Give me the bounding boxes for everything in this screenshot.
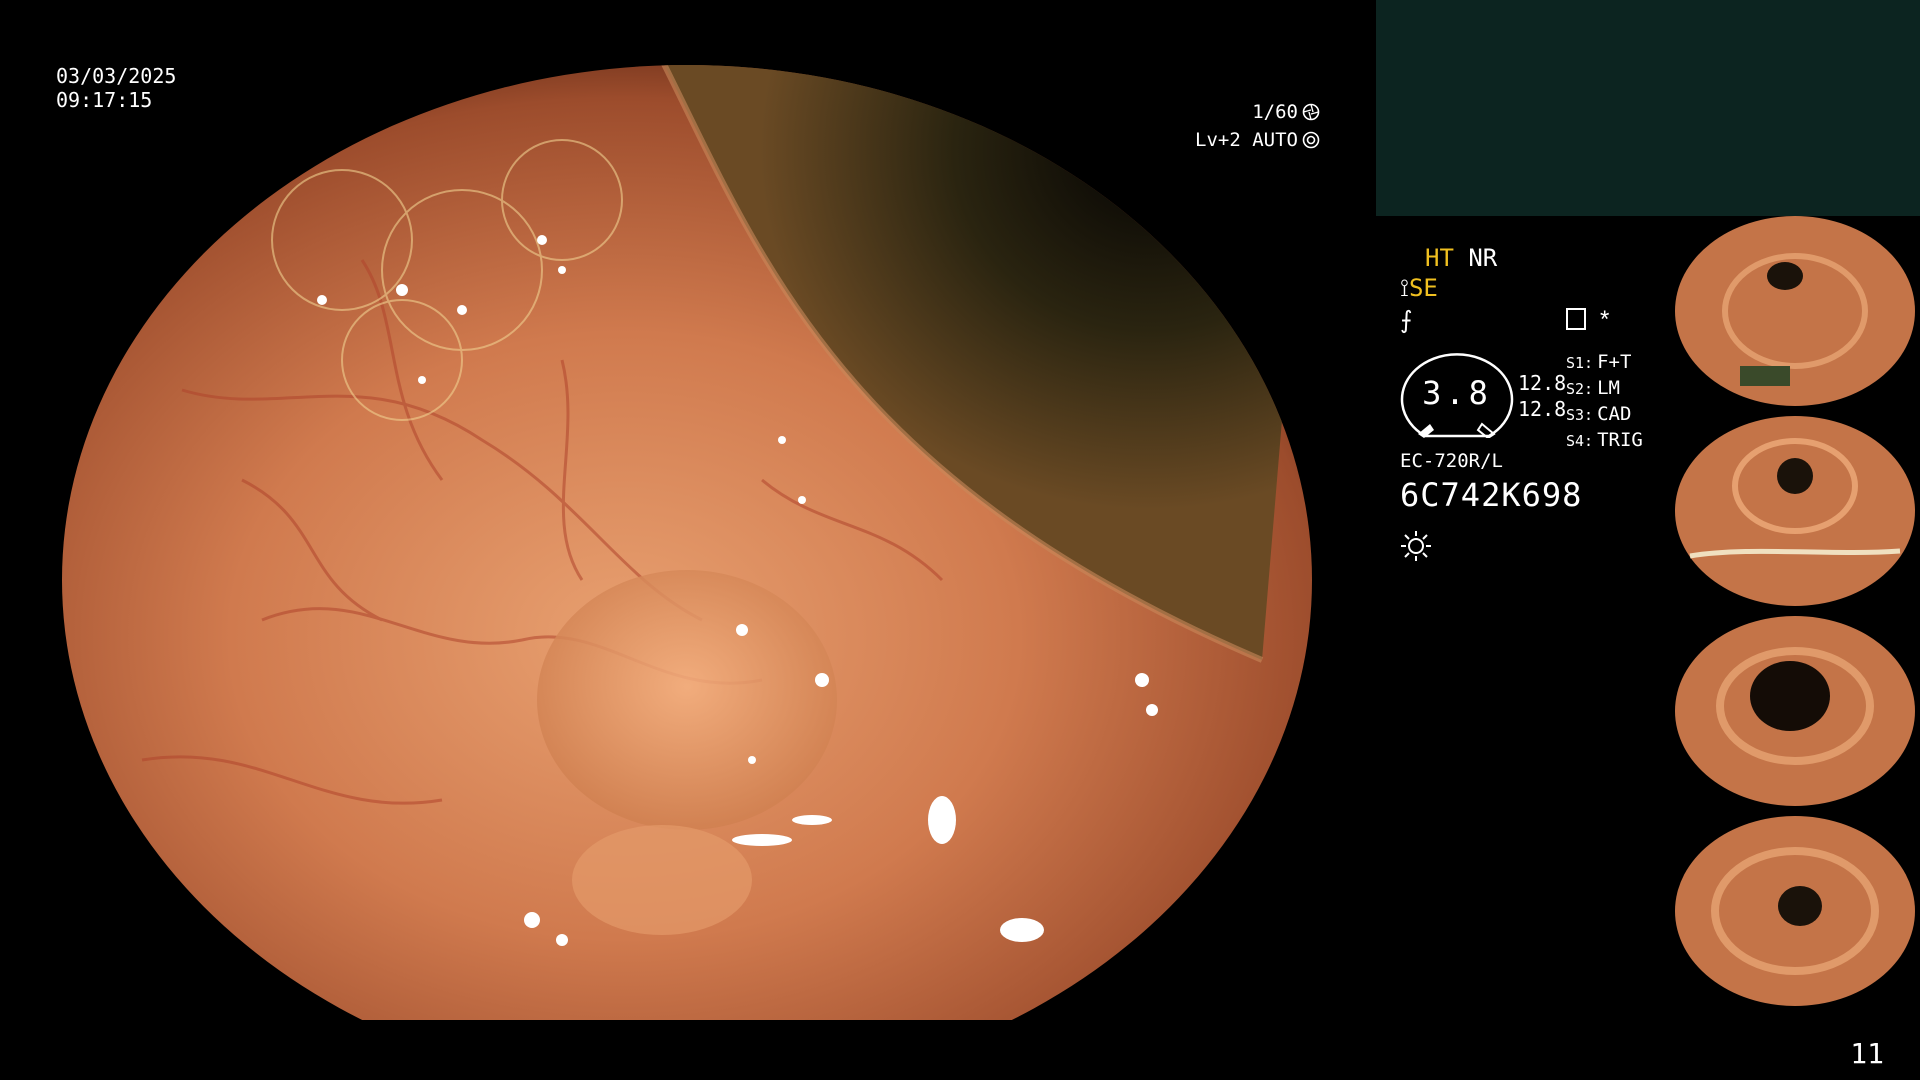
scope-icon: ⟟ bbox=[1400, 274, 1409, 302]
scope-serial: 6C742K698 bbox=[1400, 476, 1583, 514]
scope-model: EC-720R/L bbox=[1400, 450, 1503, 472]
slot-1: S1: F+T bbox=[1566, 351, 1632, 373]
exposure-info: 1/60 Lv+2 AUTO bbox=[1195, 98, 1320, 154]
gauge-value: 3.8 bbox=[1422, 374, 1492, 412]
value-1: 12.8 bbox=[1518, 371, 1567, 395]
thumbnail-3[interactable] bbox=[1670, 616, 1920, 806]
ht-nr-row: HT NR bbox=[1425, 244, 1497, 272]
sun-icon bbox=[1401, 531, 1431, 561]
thumbnail-4[interactable] bbox=[1670, 816, 1920, 1006]
page-number: 11 bbox=[1850, 1037, 1884, 1070]
asterisk-icon: * bbox=[1600, 306, 1610, 333]
value-list: 12.8 12.8 bbox=[1518, 370, 1566, 422]
slot-4: S4: TRIG bbox=[1566, 429, 1643, 451]
nr-label: NR bbox=[1468, 244, 1498, 272]
slot-3: S3: CAD bbox=[1566, 403, 1632, 425]
ht-label: HT bbox=[1425, 244, 1454, 272]
level-label: Lv+2 AUTO bbox=[1195, 129, 1298, 151]
date-time: 03/03/2025 09:17:15 bbox=[56, 64, 176, 112]
document-icon bbox=[1566, 308, 1586, 330]
se-row: ⟟SE bbox=[1400, 274, 1438, 302]
endoscope-image bbox=[62, 60, 1312, 1020]
time-label: 09:17:15 bbox=[56, 88, 153, 112]
curve-icon: ⨍ bbox=[1400, 307, 1413, 334]
slot-2: S2: LM bbox=[1566, 377, 1620, 399]
monitor-panel bbox=[1376, 0, 1920, 216]
value-2: 12.8 bbox=[1518, 397, 1567, 421]
auto-iris-icon bbox=[1302, 131, 1320, 149]
thumbnail-1[interactable] bbox=[1670, 216, 1920, 406]
se-label: SE bbox=[1408, 274, 1438, 302]
aperture-icon bbox=[1302, 103, 1320, 121]
thumbnail-2[interactable] bbox=[1670, 416, 1920, 606]
switch-slots: S1: F+T S2: LM S3: CAD S4: TRIG bbox=[1566, 350, 1643, 454]
shutter-label: 1/60 bbox=[1252, 101, 1298, 123]
date-label: 03/03/2025 bbox=[56, 64, 177, 88]
